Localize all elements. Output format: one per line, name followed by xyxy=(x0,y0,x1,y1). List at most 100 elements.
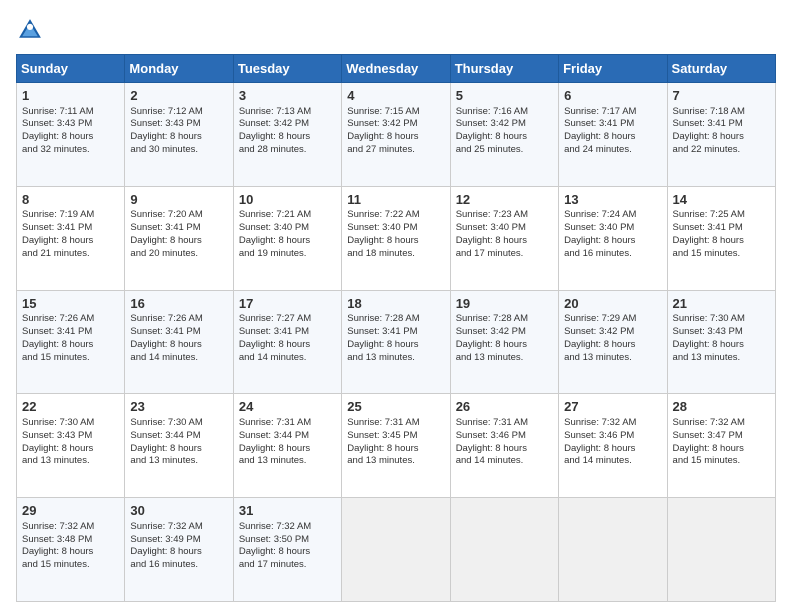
day-info-line: Daylight: 8 hours xyxy=(347,131,444,144)
calendar-cell: 26Sunrise: 7:31 AMSunset: 3:46 PMDayligh… xyxy=(450,394,558,498)
day-number: 29 xyxy=(22,502,119,520)
calendar-cell: 21Sunrise: 7:30 AMSunset: 3:43 PMDayligh… xyxy=(667,290,775,394)
day-info-line: Sunset: 3:41 PM xyxy=(130,222,227,235)
calendar-cell: 10Sunrise: 7:21 AMSunset: 3:40 PMDayligh… xyxy=(233,186,341,290)
day-info-line: and 14 minutes. xyxy=(130,352,227,365)
day-number: 18 xyxy=(347,295,444,313)
day-info-line: Daylight: 8 hours xyxy=(130,443,227,456)
day-info-line: Sunrise: 7:29 AM xyxy=(564,313,661,326)
day-number: 24 xyxy=(239,398,336,416)
day-info-line: Sunrise: 7:32 AM xyxy=(673,417,770,430)
day-info-line: Sunrise: 7:19 AM xyxy=(22,209,119,222)
day-info-line: Sunrise: 7:32 AM xyxy=(130,521,227,534)
weekday-header-monday: Monday xyxy=(125,55,233,83)
day-number: 2 xyxy=(130,87,227,105)
calendar-cell: 29Sunrise: 7:32 AMSunset: 3:48 PMDayligh… xyxy=(17,498,125,602)
day-info-line: and 18 minutes. xyxy=(347,248,444,261)
day-number: 9 xyxy=(130,191,227,209)
day-number: 4 xyxy=(347,87,444,105)
day-info-line: Daylight: 8 hours xyxy=(130,131,227,144)
day-info-line: Daylight: 8 hours xyxy=(673,339,770,352)
day-number: 27 xyxy=(564,398,661,416)
day-info-line: and 13 minutes. xyxy=(130,455,227,468)
day-number: 5 xyxy=(456,87,553,105)
day-info-line: and 13 minutes. xyxy=(347,455,444,468)
day-info-line: Sunset: 3:41 PM xyxy=(239,326,336,339)
day-info-line: and 32 minutes. xyxy=(22,144,119,157)
weekday-header-friday: Friday xyxy=(559,55,667,83)
day-info-line: Sunrise: 7:11 AM xyxy=(22,106,119,119)
day-info-line: Sunrise: 7:32 AM xyxy=(239,521,336,534)
day-info-line: Sunrise: 7:26 AM xyxy=(22,313,119,326)
day-info-line: Daylight: 8 hours xyxy=(347,235,444,248)
day-number: 8 xyxy=(22,191,119,209)
day-info-line: and 13 minutes. xyxy=(22,455,119,468)
day-info-line: and 14 minutes. xyxy=(456,455,553,468)
day-info-line: Sunset: 3:46 PM xyxy=(564,430,661,443)
day-info-line: Daylight: 8 hours xyxy=(456,339,553,352)
day-number: 31 xyxy=(239,502,336,520)
calendar-cell xyxy=(667,498,775,602)
day-number: 26 xyxy=(456,398,553,416)
day-info-line: Sunset: 3:43 PM xyxy=(673,326,770,339)
calendar-table: SundayMondayTuesdayWednesdayThursdayFrid… xyxy=(16,54,776,602)
day-info-line: and 30 minutes. xyxy=(130,144,227,157)
day-info-line: Sunset: 3:41 PM xyxy=(347,326,444,339)
logo xyxy=(16,16,48,44)
day-number: 14 xyxy=(673,191,770,209)
day-info-line: Daylight: 8 hours xyxy=(130,235,227,248)
day-info-line: Sunrise: 7:28 AM xyxy=(347,313,444,326)
day-info-line: Daylight: 8 hours xyxy=(456,235,553,248)
calendar-cell: 5Sunrise: 7:16 AMSunset: 3:42 PMDaylight… xyxy=(450,83,558,187)
day-info-line: and 13 minutes. xyxy=(564,352,661,365)
calendar-cell: 31Sunrise: 7:32 AMSunset: 3:50 PMDayligh… xyxy=(233,498,341,602)
day-info-line: Sunset: 3:41 PM xyxy=(22,222,119,235)
day-info-line: Daylight: 8 hours xyxy=(673,131,770,144)
calendar-cell: 18Sunrise: 7:28 AMSunset: 3:41 PMDayligh… xyxy=(342,290,450,394)
calendar-cell: 2Sunrise: 7:12 AMSunset: 3:43 PMDaylight… xyxy=(125,83,233,187)
page: SundayMondayTuesdayWednesdayThursdayFrid… xyxy=(0,0,792,612)
day-info-line: Sunrise: 7:31 AM xyxy=(239,417,336,430)
day-info-line: Sunrise: 7:28 AM xyxy=(456,313,553,326)
day-info-line: and 27 minutes. xyxy=(347,144,444,157)
day-info-line: Sunrise: 7:15 AM xyxy=(347,106,444,119)
day-info-line: Sunset: 3:40 PM xyxy=(456,222,553,235)
day-info-line: and 15 minutes. xyxy=(673,248,770,261)
day-info-line: Daylight: 8 hours xyxy=(347,339,444,352)
day-info-line: Sunset: 3:41 PM xyxy=(673,118,770,131)
day-info-line: Sunset: 3:44 PM xyxy=(239,430,336,443)
day-number: 20 xyxy=(564,295,661,313)
day-info-line: and 14 minutes. xyxy=(239,352,336,365)
day-info-line: and 13 minutes. xyxy=(347,352,444,365)
day-info-line: Sunset: 3:42 PM xyxy=(456,326,553,339)
day-number: 3 xyxy=(239,87,336,105)
day-info-line: Sunset: 3:41 PM xyxy=(673,222,770,235)
calendar-cell: 4Sunrise: 7:15 AMSunset: 3:42 PMDaylight… xyxy=(342,83,450,187)
calendar-cell: 3Sunrise: 7:13 AMSunset: 3:42 PMDaylight… xyxy=(233,83,341,187)
calendar-cell: 1Sunrise: 7:11 AMSunset: 3:43 PMDaylight… xyxy=(17,83,125,187)
day-info-line: Sunrise: 7:31 AM xyxy=(347,417,444,430)
day-info-line: Sunrise: 7:25 AM xyxy=(673,209,770,222)
weekday-header-thursday: Thursday xyxy=(450,55,558,83)
day-info-line: Daylight: 8 hours xyxy=(22,443,119,456)
day-info-line: Daylight: 8 hours xyxy=(239,131,336,144)
day-info-line: Sunset: 3:41 PM xyxy=(130,326,227,339)
day-info-line: and 15 minutes. xyxy=(673,455,770,468)
day-number: 13 xyxy=(564,191,661,209)
day-info-line: Daylight: 8 hours xyxy=(564,339,661,352)
calendar-cell: 12Sunrise: 7:23 AMSunset: 3:40 PMDayligh… xyxy=(450,186,558,290)
day-info-line: Sunrise: 7:24 AM xyxy=(564,209,661,222)
day-info-line: Daylight: 8 hours xyxy=(239,235,336,248)
day-info-line: and 13 minutes. xyxy=(239,455,336,468)
calendar-cell: 17Sunrise: 7:27 AMSunset: 3:41 PMDayligh… xyxy=(233,290,341,394)
day-info-line: Sunset: 3:43 PM xyxy=(22,118,119,131)
day-number: 1 xyxy=(22,87,119,105)
calendar-cell: 20Sunrise: 7:29 AMSunset: 3:42 PMDayligh… xyxy=(559,290,667,394)
day-info-line: and 24 minutes. xyxy=(564,144,661,157)
day-info-line: and 17 minutes. xyxy=(456,248,553,261)
day-number: 6 xyxy=(564,87,661,105)
day-info-line: Daylight: 8 hours xyxy=(239,339,336,352)
day-info-line: Sunset: 3:42 PM xyxy=(347,118,444,131)
day-info-line: Sunset: 3:44 PM xyxy=(130,430,227,443)
day-info-line: and 15 minutes. xyxy=(22,352,119,365)
